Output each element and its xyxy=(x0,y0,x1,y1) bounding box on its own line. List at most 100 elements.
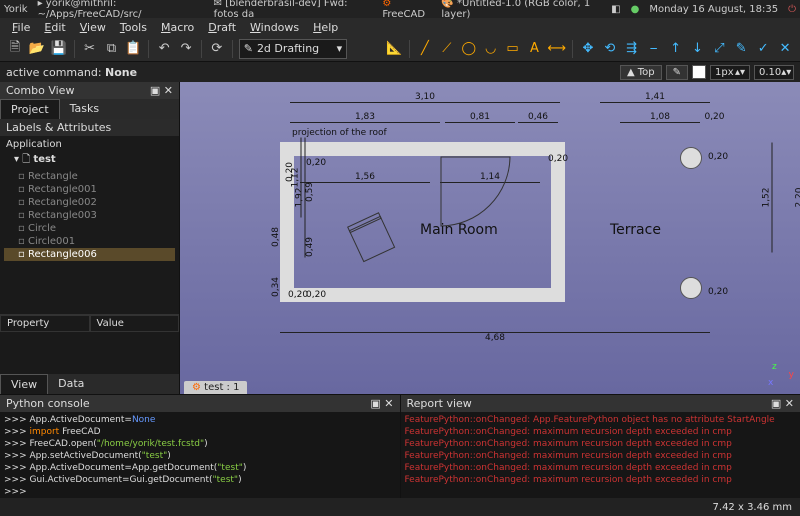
menu-draft[interactable]: Draft xyxy=(202,19,242,36)
col-value[interactable]: Value xyxy=(90,315,180,332)
menu-view[interactable]: View xyxy=(74,19,112,36)
dim-right-top: 1,41 xyxy=(600,92,710,103)
undo-icon[interactable]: ↶ xyxy=(155,39,173,59)
polyline-icon[interactable]: ⟋ xyxy=(438,39,456,59)
combo-title: Combo View▣ ✕ xyxy=(0,82,179,99)
dim-inner1: 1,56 xyxy=(300,172,430,183)
view-top-button[interactable]: ▲ Top xyxy=(620,65,662,80)
dim-seg3: 0,46 xyxy=(518,112,558,123)
workbench-select[interactable]: ✎ 2d Drafting▾ xyxy=(239,39,347,59)
clock[interactable]: Monday 16 August, 18:35 xyxy=(649,4,778,15)
measure-icon[interactable]: 📐 xyxy=(385,39,403,59)
tree-item[interactable]: ▫ Rectangle xyxy=(4,170,175,183)
tree-item[interactable]: ▫ Circle xyxy=(4,222,175,235)
menu-file[interactable]: File xyxy=(6,19,36,36)
trim-icon[interactable]: ⎯ xyxy=(645,39,663,59)
tree-item[interactable]: ▫ Circle001 xyxy=(4,235,175,248)
separator xyxy=(572,40,573,58)
tab-data[interactable]: Data xyxy=(48,374,94,394)
logout-icon[interactable]: ⏻ xyxy=(788,4,796,15)
panel-controls[interactable]: ▣ ✕ xyxy=(150,84,173,97)
separator xyxy=(232,40,233,58)
redo-icon[interactable]: ↷ xyxy=(177,39,195,59)
tree-item[interactable]: ▫ Rectangle003 xyxy=(4,209,175,222)
taskbar-mail[interactable]: ✉ [blenderbrasil-dev] Fwd: fotos da xyxy=(214,0,373,20)
tray-icon[interactable]: ◧ xyxy=(611,4,620,15)
tab-project[interactable]: Project xyxy=(0,99,60,119)
copy-icon[interactable]: ⧉ xyxy=(103,39,121,59)
dim-l3: 0,34 xyxy=(271,277,281,297)
color-swatch[interactable] xyxy=(692,65,706,79)
menu-help[interactable]: Help xyxy=(307,19,344,36)
text-icon[interactable]: A xyxy=(526,39,544,59)
proj-label: projection of the roof xyxy=(292,128,387,138)
separator xyxy=(74,40,75,58)
tree-doc[interactable]: ▾ 🗋 test xyxy=(4,151,175,170)
menu-edit[interactable]: Edit xyxy=(38,19,71,36)
pyconsole-output[interactable]: >>> App.ActiveDocument=None>>> import Fr… xyxy=(0,412,400,498)
move-icon[interactable]: ✥ xyxy=(579,39,597,59)
open-icon[interactable]: 📂 xyxy=(28,39,46,59)
tab-tasks[interactable]: Tasks xyxy=(60,99,109,119)
tree-item[interactable]: ▫ Rectangle001 xyxy=(4,183,175,196)
dim-020: 0,20 xyxy=(548,154,568,164)
dim-020: 0,20 xyxy=(702,112,727,122)
tree-view[interactable]: Application ▾ 🗋 test ▫ Rectangle ▫ Recta… xyxy=(0,136,179,314)
dim-right-h: 2,20 xyxy=(795,128,800,268)
panel-controls[interactable]: ▣ ✕ xyxy=(370,397,393,410)
offset-icon[interactable]: ⇶ xyxy=(623,39,641,59)
tree-root[interactable]: Application xyxy=(4,138,175,151)
dim-l2: 0,49 xyxy=(305,237,315,257)
document-tab[interactable]: ⚙ test : 1 xyxy=(184,381,247,394)
user-menu[interactable]: Yorik xyxy=(4,4,28,15)
labels-header: Labels & Attributes xyxy=(0,119,179,136)
dim-020: 0,20 xyxy=(285,162,295,182)
apply-icon[interactable]: ✓ xyxy=(754,39,772,59)
circle-icon[interactable]: ◯ xyxy=(460,39,478,59)
menu-tools[interactable]: Tools xyxy=(114,19,153,36)
taskbar-gimp[interactable]: 🎨 *Untitled-1.0 (RGB color, 1 layer) xyxy=(441,0,603,20)
menu-macro[interactable]: Macro xyxy=(155,19,200,36)
line-icon[interactable]: ╱ xyxy=(416,39,434,59)
arc-icon[interactable]: ◡ xyxy=(482,39,500,59)
report-view: Report view▣ ✕ FeaturePython::onChanged:… xyxy=(401,395,800,498)
app-name: FreeCAD xyxy=(382,9,425,20)
dim-l1: 0,48 xyxy=(271,227,281,247)
panel-controls[interactable]: ▣ ✕ xyxy=(771,397,794,410)
new-icon[interactable]: 🗎 xyxy=(6,39,24,59)
paste-icon[interactable]: 📋 xyxy=(124,39,142,59)
taskbar-terminal[interactable]: ▸ yorik@mithril: ~/Apps/FreeCAD/src/ xyxy=(38,0,204,20)
scale-spin[interactable]: 0.10▴▾ xyxy=(754,65,794,80)
floorplan: 3,10 1,41 1,83 0,81 0,46 1,08 0,20 proje… xyxy=(220,92,780,364)
close-icon[interactable]: ✕ xyxy=(776,39,794,59)
col-property[interactable]: Property xyxy=(0,315,90,332)
dim-l4: 0,59 xyxy=(305,182,315,202)
scale-icon[interactable]: ⤢ xyxy=(710,39,728,59)
rectangle-icon[interactable]: ▭ xyxy=(504,39,522,59)
tree-item[interactable]: ▫ Rectangle002 xyxy=(4,196,175,209)
construction-toggle[interactable]: ✎ xyxy=(666,65,688,80)
linewidth-spin[interactable]: 1px▴▾ xyxy=(710,65,750,80)
main-toolbar: 🗎 📂 💾 ✂ ⧉ 📋 ↶ ↷ ⟳ ✎ 2d Drafting▾ 📐 ╱ ⟋ ◯… xyxy=(0,36,800,62)
menu-windows[interactable]: Windows xyxy=(244,19,305,36)
axis-x: x xyxy=(768,378,773,388)
tab-view[interactable]: View xyxy=(0,374,48,394)
taskbar-freecad[interactable]: ⚙ FreeCAD xyxy=(382,0,431,20)
3d-viewport[interactable]: 3,10 1,41 1,83 0,81 0,46 1,08 0,20 proje… xyxy=(180,82,800,394)
downgrade-icon[interactable]: ↓ xyxy=(688,39,706,59)
upgrade-icon[interactable]: ↑ xyxy=(667,39,685,59)
tree-item-selected[interactable]: ▫ Rectangle006 xyxy=(4,248,175,261)
dim-right-h2: 1,52 xyxy=(762,143,773,253)
dim-seg2: 0,81 xyxy=(445,112,515,123)
cut-icon[interactable]: ✂ xyxy=(81,39,99,59)
rotate-icon[interactable]: ⟲ xyxy=(601,39,619,59)
dimension-icon[interactable]: ⟷ xyxy=(547,39,566,59)
edit-icon[interactable]: ✎ xyxy=(732,39,750,59)
tray-icon[interactable]: ● xyxy=(631,4,640,15)
report-output[interactable]: FeaturePython::onChanged: App.FeaturePyt… xyxy=(401,412,800,498)
save-icon[interactable]: 💾 xyxy=(50,39,68,59)
os-taskbar: Yorik ▸ yorik@mithril: ~/Apps/FreeCAD/sr… xyxy=(0,0,800,18)
combo-view: Combo View▣ ✕ Project Tasks Labels & Att… xyxy=(0,82,180,394)
workbench-label: 2d Drafting xyxy=(257,42,319,55)
refresh-icon[interactable]: ⟳ xyxy=(208,39,226,59)
